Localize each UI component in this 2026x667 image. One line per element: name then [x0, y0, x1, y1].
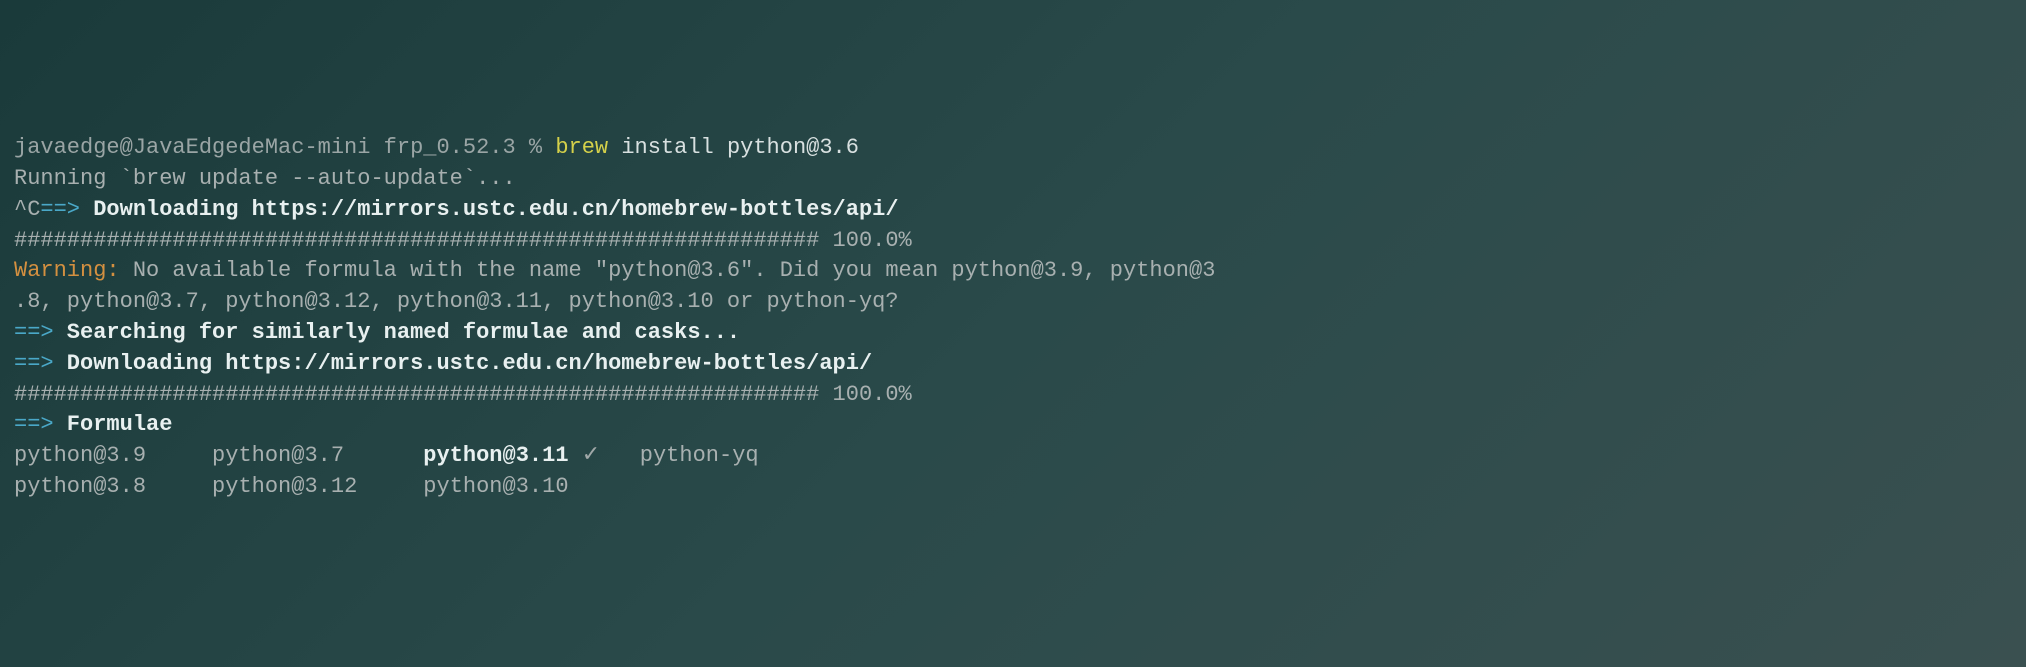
prompt-space3 — [542, 135, 555, 160]
formula-r1c1: python@3.9 — [14, 443, 146, 468]
arrow-3: ==> — [14, 351, 54, 376]
formula-r1c4: python-yq — [640, 443, 759, 468]
formula-r1c2: python@3.7 — [212, 443, 344, 468]
prompt-space2 — [516, 135, 529, 160]
cmd-rest: install python@3.6 — [608, 135, 859, 160]
prompt-user-host: javaedge@JavaEdgedeMac-mini — [14, 135, 370, 160]
running-line: Running `brew update --auto-update`... — [14, 166, 516, 191]
searching-line: Searching for similarly named formulae a… — [54, 320, 741, 345]
cmd-brew: brew — [555, 135, 608, 160]
terminal-output: javaedge@JavaEdgedeMac-mini frp_0.52.3 %… — [14, 133, 2012, 503]
downloading-1: Downloading https://mirrors.ustc.edu.cn/… — [80, 197, 899, 222]
ctrl-c: ^C — [14, 197, 40, 222]
formula-r2c2: python@3.12 — [212, 474, 357, 499]
arrow-2: ==> — [14, 320, 54, 345]
prompt-dir: frp_0.52.3 — [384, 135, 516, 160]
arrow-4: ==> — [14, 412, 54, 437]
warning-text-2: .8, python@3.7, python@3.12, python@3.11… — [14, 289, 899, 314]
progress-2: ########################################… — [14, 382, 912, 407]
warning-label: Warning: — [14, 258, 120, 283]
prompt-sep: % — [529, 135, 542, 160]
formula-r2c3: python@3.10 — [423, 474, 568, 499]
arrow-1: ==> — [40, 197, 80, 222]
check-icon: ✓ — [569, 443, 601, 468]
downloading-2: Downloading https://mirrors.ustc.edu.cn/… — [54, 351, 873, 376]
warning-text-1: No available formula with the name "pyth… — [120, 258, 1216, 283]
progress-1: ########################################… — [14, 228, 912, 253]
formulae-header: Formulae — [54, 412, 173, 437]
formula-r1c3: python@3.11 — [423, 443, 568, 468]
formula-r2c1: python@3.8 — [14, 474, 146, 499]
prompt-space — [370, 135, 383, 160]
